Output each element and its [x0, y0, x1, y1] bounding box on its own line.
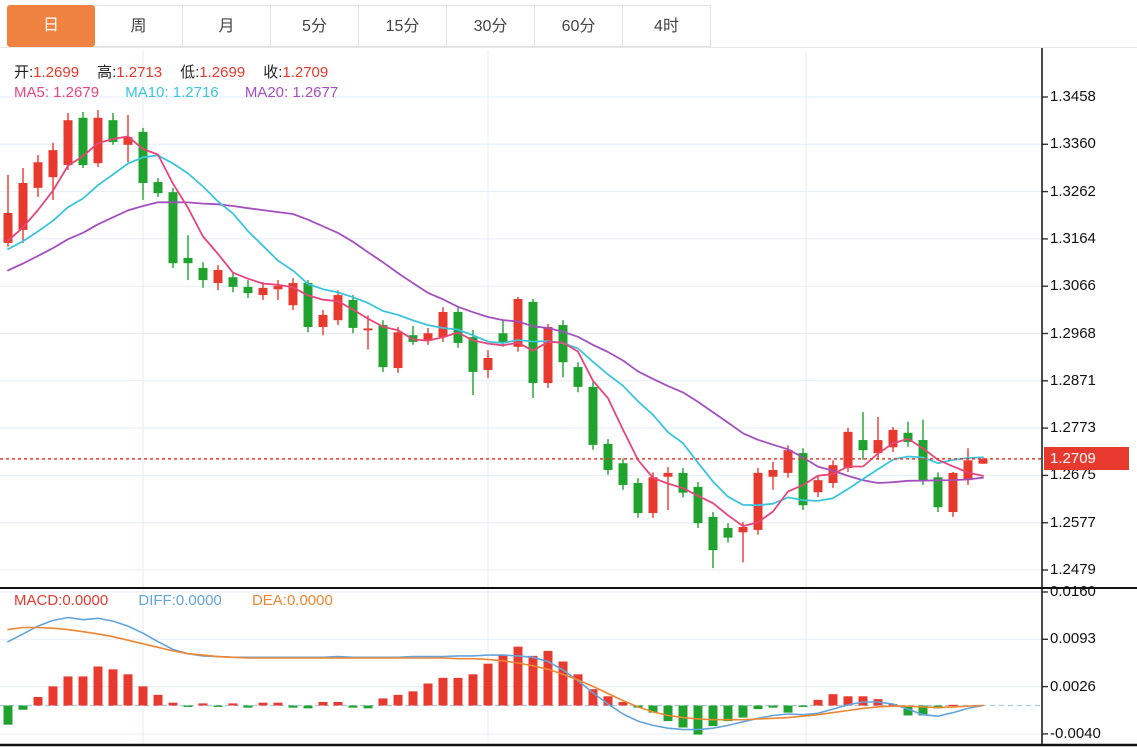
macd-axis-label: -0.0040 [1050, 725, 1101, 743]
ma-readout: MA5: 1.2679 MA10: 1.2716 MA20: 1.2677 [14, 84, 360, 101]
macd-axis-label: 0.0026 [1050, 678, 1096, 696]
price-axis-label: 1.2871 [1050, 372, 1096, 390]
price-axis-label: 1.3458 [1050, 88, 1096, 106]
close-label: 收: [263, 64, 282, 81]
current-price-value: 1.2709 [1050, 450, 1096, 467]
close-value: 1.2709 [282, 64, 328, 81]
ma5-value: MA5: 1.2679 [14, 84, 99, 101]
open-value: 1.2699 [33, 64, 79, 81]
tab-week[interactable]: 周 [95, 5, 183, 47]
high-label: 高: [97, 64, 116, 81]
price-axis-label: 1.2773 [1050, 419, 1096, 437]
price-axis-label: 1.3164 [1050, 230, 1096, 248]
tab-60min[interactable]: 60分 [535, 5, 623, 47]
tab-15min[interactable]: 15分 [359, 5, 447, 47]
price-axis-label: 1.2577 [1050, 514, 1096, 532]
low-label: 低: [180, 64, 199, 81]
price-axis-label: 1.3066 [1050, 277, 1096, 295]
chart-canvas[interactable] [0, 0, 1137, 749]
high-value: 1.2713 [116, 64, 162, 81]
price-axis-label: 1.3360 [1050, 135, 1096, 153]
macd-readout: MACD:0.0000 DIFF:0.0000 DEA:0.0000 [14, 592, 359, 609]
ma10-value: MA10: 1.2716 [125, 84, 218, 101]
period-tabbar: 日周月5分15分30分60分4时 [0, 0, 1137, 48]
ohlc-readout: 开:1.2699高:1.2713低:1.2699收:1.2709 [14, 61, 346, 82]
kline-chart-app: 日周月5分15分30分60分4时 开:1.2699高:1.2713低:1.269… [0, 0, 1137, 749]
open-label: 开: [14, 64, 33, 81]
tab-30min[interactable]: 30分 [447, 5, 535, 47]
current-price-tag: 1.2709 [1044, 447, 1129, 470]
price-axis-label: 1.2968 [1050, 325, 1096, 343]
price-axis-label: 1.2479 [1050, 561, 1096, 579]
tab-5min[interactable]: 5分 [271, 5, 359, 47]
low-value: 1.2699 [199, 64, 245, 81]
tab-month[interactable]: 月 [183, 5, 271, 47]
ma20-value: MA20: 1.2677 [245, 84, 338, 101]
macd-axis-label: 0.0160 [1050, 583, 1096, 601]
dea-value: DEA:0.0000 [252, 592, 333, 609]
macd-axis-label: 0.0093 [1050, 630, 1096, 648]
macd-value: MACD:0.0000 [14, 592, 108, 609]
diff-value: DIFF:0.0000 [138, 592, 221, 609]
tab-day[interactable]: 日 [7, 5, 95, 47]
tab-4hour[interactable]: 4时 [623, 5, 711, 47]
price-axis-label: 1.3262 [1050, 183, 1096, 201]
